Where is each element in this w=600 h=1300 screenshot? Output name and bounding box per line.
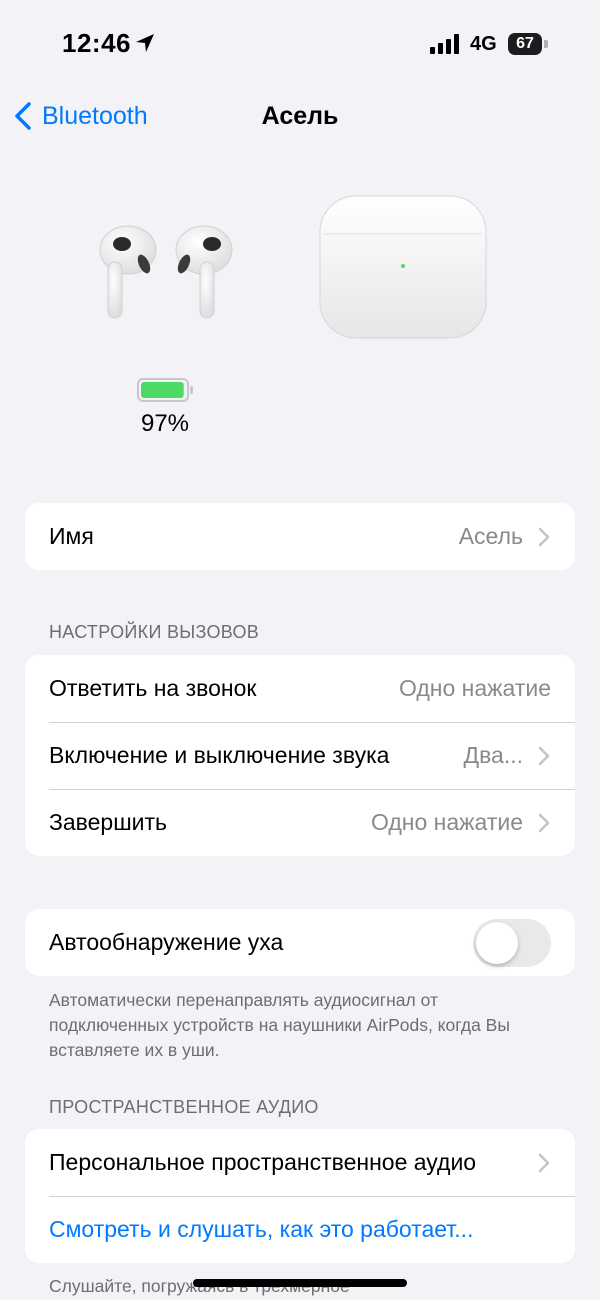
status-bar: 12:46 4G 67: [0, 0, 600, 90]
spatial-audio-header: ПРОСТРАНСТВЕННОЕ АУДИО: [49, 1097, 319, 1117]
call-settings-header: НАСТРОЙКИ ВЫЗОВОВ: [49, 622, 260, 642]
earbuds-battery-icon: [137, 378, 193, 402]
status-time: 12:46: [62, 28, 131, 58]
answer-call-value: Одно нажатие: [398, 675, 551, 701]
name-label: Имя: [49, 523, 94, 549]
chevron-right-icon: [538, 1153, 550, 1172]
answer-call-label: Ответить на звонок: [49, 675, 257, 701]
end-call-value: Одно нажатие: [370, 809, 523, 835]
end-call-row[interactable]: Завершить Одно нажатие: [25, 789, 575, 856]
chevron-right-icon: [538, 813, 550, 832]
end-call-label: Завершить: [49, 809, 168, 835]
airpods-case-image: [319, 195, 487, 339]
answer-call-row[interactable]: Ответить на звонок Одно нажатие: [25, 655, 575, 722]
location-arrow-icon: [136, 34, 154, 52]
name-row[interactable]: Имя Асель: [25, 503, 575, 570]
back-label: Bluetooth: [42, 101, 148, 130]
name-value: Асель: [458, 523, 523, 549]
mute-unmute-row[interactable]: Включение и выключение звука Два...: [25, 722, 575, 789]
ear-detection-label: Автообнаружение уха: [49, 929, 284, 955]
back-button[interactable]: Bluetooth: [12, 98, 148, 134]
chevron-left-icon: [15, 102, 31, 130]
ear-detection-row: Автообнаружение уха: [25, 909, 575, 976]
battery-percent: 97%: [140, 410, 190, 437]
battery-icon: 67: [508, 33, 542, 55]
toggle-knob: [476, 921, 518, 964]
ear-detection-footnote: Автоматически перенаправлять аудиосигнал…: [49, 990, 510, 1060]
ear-detection-toggle[interactable]: [473, 918, 551, 967]
how-it-works-label: Смотреть и слушать, как это работает...: [49, 1216, 474, 1242]
battery-cap: [544, 40, 548, 48]
home-indicator[interactable]: [193, 1279, 407, 1287]
how-it-works-link[interactable]: Смотреть и слушать, как это работает...: [25, 1196, 575, 1263]
network-type: 4G: [470, 33, 497, 55]
mute-unmute-value: Два...: [463, 742, 524, 768]
spatial-audio-group: Персональное пространственное аудио Смот…: [25, 1129, 575, 1263]
battery-level: 67: [516, 35, 534, 52]
name-group: Имя Асель: [25, 503, 575, 570]
chevron-right-icon: [538, 527, 550, 546]
airpods-earbuds-image: [99, 225, 233, 319]
ear-detection-group: Автообнаружение уха: [25, 909, 575, 976]
chevron-right-icon: [538, 746, 550, 765]
device-overview: 97%: [0, 180, 600, 470]
personal-spatial-audio-row[interactable]: Персональное пространственное аудио: [25, 1129, 575, 1196]
navigation-bar: Асель Bluetooth: [0, 90, 600, 142]
call-settings-group: Ответить на звонок Одно нажатие Включени…: [25, 655, 575, 856]
personal-spatial-audio-label: Персональное пространственное аудио: [49, 1149, 477, 1175]
mute-unmute-label: Включение и выключение звука: [49, 742, 390, 768]
cellular-signal-icon: [430, 34, 459, 54]
